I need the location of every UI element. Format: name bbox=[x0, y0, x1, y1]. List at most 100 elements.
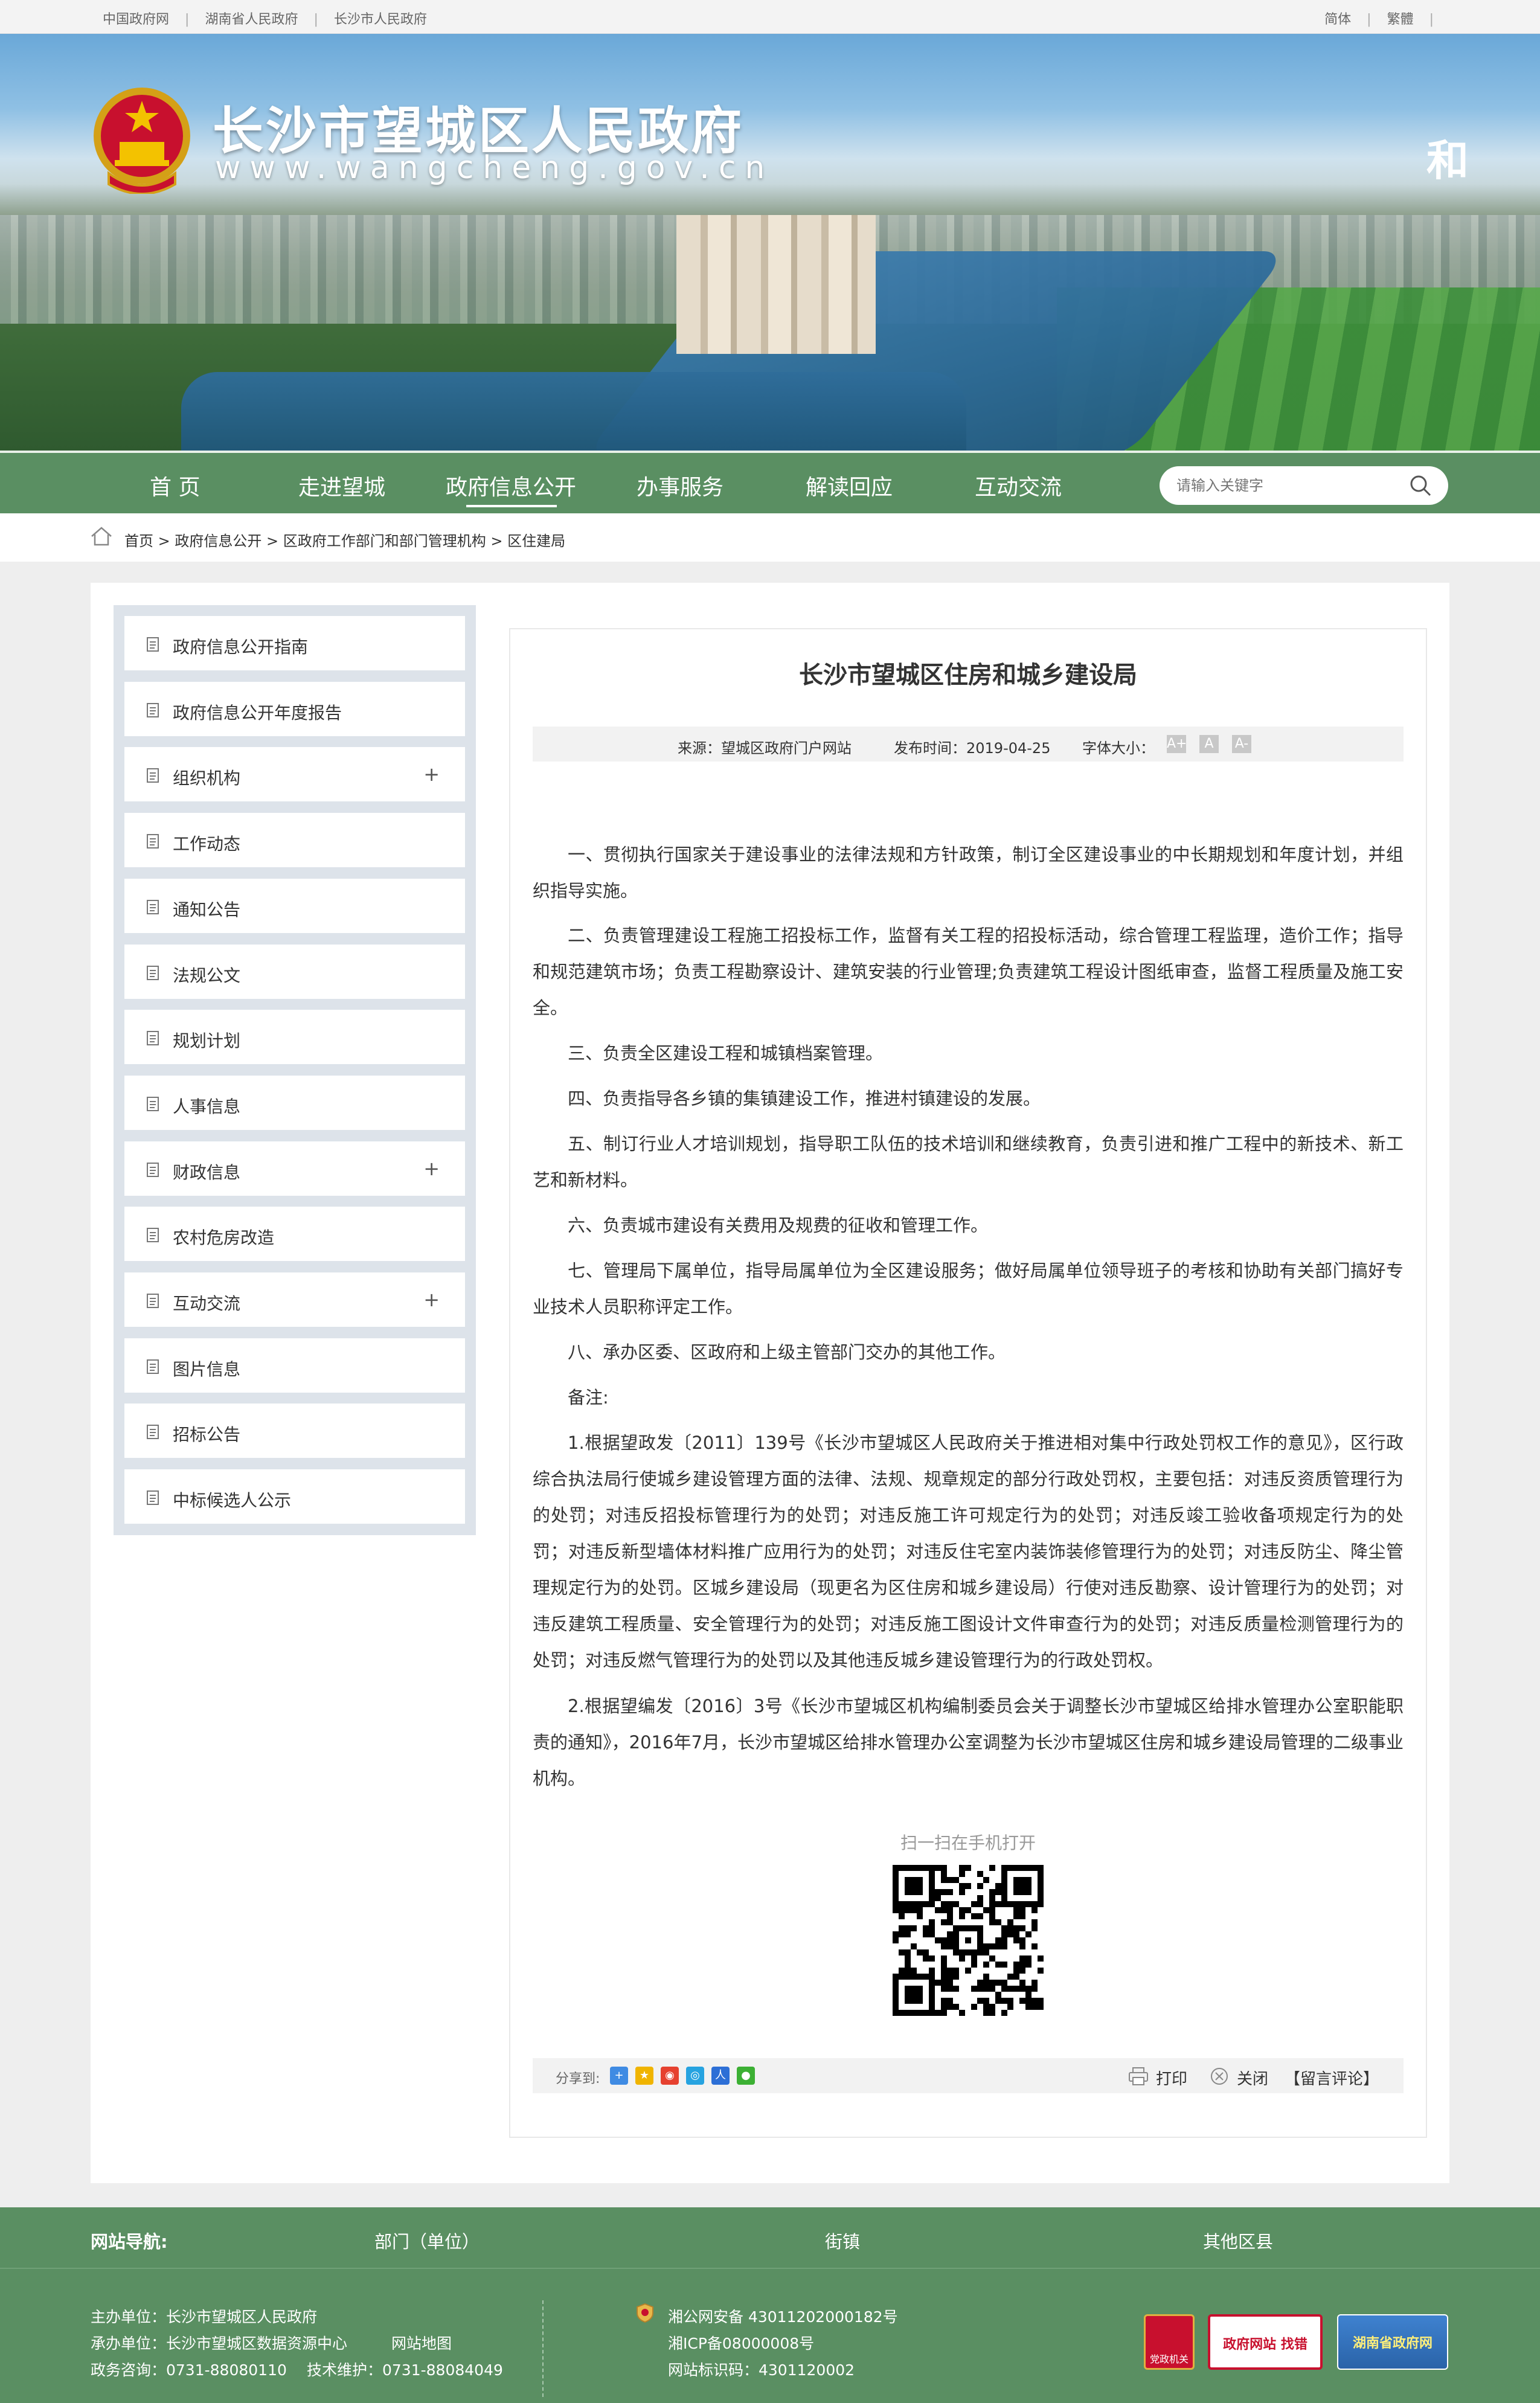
police-badge-icon bbox=[637, 2303, 653, 2323]
font-size-label: 字体大小： bbox=[1082, 740, 1155, 757]
sidebar-item[interactable]: 组织机构 + bbox=[124, 747, 465, 802]
footer-site-id: 网站标识码：4301120002 bbox=[668, 2361, 855, 2379]
link-china-gov[interactable]: 中国政府网 bbox=[103, 8, 169, 28]
qr-code-icon bbox=[893, 1865, 1044, 2016]
document-icon bbox=[147, 702, 159, 717]
share-wechat-icon[interactable]: ● bbox=[737, 2067, 755, 2085]
footer-sitemap-link[interactable]: 网站地图 bbox=[391, 2332, 452, 2353]
comment-button[interactable]: 【留言评论】 bbox=[1285, 2067, 1379, 2089]
article-body: 1.根据望政发〔2011〕139号《长沙市望城区人民政府关于推进相对集中行政处罚… bbox=[533, 1425, 1404, 1678]
article-meta-bar: 来源：望城区政府门户网站 发布时间：2019-04-25 字体大小： A+ A … bbox=[533, 727, 1404, 762]
gov-site-error-badge[interactable]: 政府网站 找错 bbox=[1208, 2314, 1323, 2370]
nav-active-indicator bbox=[466, 505, 557, 507]
article-publish-time: 发布时间：2019-04-25 bbox=[894, 740, 1051, 757]
search-icon[interactable] bbox=[1408, 473, 1433, 498]
document-icon bbox=[147, 768, 159, 783]
close-button[interactable]: 关闭 bbox=[1237, 2067, 1268, 2089]
article-body: 八、承办区委、区政府和上级主管部门交办的其他工作。 bbox=[533, 1334, 1404, 1370]
document-icon bbox=[147, 1228, 159, 1243]
external-links: 中国政府网 | 湖南省人民政府 | 长沙市人民政府 bbox=[103, 8, 427, 28]
sidebar-item[interactable]: 招标公告 bbox=[124, 1404, 465, 1458]
print-button[interactable]: 打印 bbox=[1156, 2067, 1187, 2089]
expand-icon[interactable]: + bbox=[423, 763, 440, 786]
font-size-decrease-button[interactable]: A- bbox=[1232, 735, 1251, 753]
link-hunan-gov[interactable]: 湖南省人民政府 bbox=[205, 8, 298, 28]
share-bar: 分享到: + ★ ◉ ◎ 人 ● 打印 关闭 【留言评论】 bbox=[533, 2058, 1404, 2093]
link-changsha-gov[interactable]: 长沙市人民政府 bbox=[334, 8, 427, 28]
nav-about-wangcheng[interactable]: 走进望城 bbox=[298, 470, 385, 501]
nav-interpretation[interactable]: 解读回应 bbox=[806, 470, 893, 501]
footer-divider bbox=[542, 2300, 544, 2397]
sidebar-item-label: 人事信息 bbox=[173, 1096, 241, 1117]
sidebar-item[interactable]: 政府信息公开年度报告 bbox=[124, 681, 465, 736]
share-more-icon[interactable]: + bbox=[610, 2067, 628, 2085]
article-body: 五、制订行业人才培训规划，指导职工队伍的技术培训和继续教育，负责引进和推广工程中… bbox=[533, 1126, 1404, 1198]
share-weibo-icon[interactable]: ◉ bbox=[661, 2067, 679, 2085]
document-icon bbox=[147, 1294, 159, 1308]
sidebar-item-label: 中标候选人公示 bbox=[173, 1490, 292, 1511]
banner-towers bbox=[676, 215, 876, 354]
breadcrumb-path[interactable]: 首页 > 政府信息公开 > 区政府工作部门和部门管理机构 > 区住建局 bbox=[124, 529, 565, 550]
print-icon[interactable] bbox=[1128, 2067, 1149, 2086]
banner-calligraphy: 和 bbox=[1426, 136, 1469, 185]
sidebar-item-label: 法规公文 bbox=[173, 965, 241, 986]
sidebar-item[interactable]: 中标候选人公示 bbox=[124, 1469, 465, 1524]
nav-interaction[interactable]: 互动交流 bbox=[975, 470, 1062, 501]
document-icon bbox=[147, 1490, 159, 1506]
banner-river-front bbox=[181, 372, 966, 451]
sidebar-item[interactable]: 通知公告 bbox=[124, 878, 465, 933]
footer-consult: 政务咨询：0731-88080110 bbox=[91, 2361, 287, 2379]
hunan-gov-badge[interactable]: 湖南省政府网 bbox=[1337, 2314, 1448, 2370]
sidebar-item[interactable]: 工作动态 bbox=[124, 813, 465, 868]
sidebar-item[interactable]: 图片信息 bbox=[124, 1338, 465, 1393]
nav-gov-info-public[interactable]: 政府信息公开 bbox=[446, 470, 576, 501]
share-renren-icon[interactable]: 人 bbox=[711, 2067, 730, 2085]
footer-organizer: 承办单位：长沙市望城区数据资源中心 bbox=[91, 2335, 348, 2352]
lang-traditional-link[interactable]: 繁體 bbox=[1387, 8, 1414, 28]
breadcrumb: 首页 > 政府信息公开 > 区政府工作部门和部门管理机构 > 区住建局 bbox=[0, 513, 1540, 562]
sidebar-item-label: 组织机构 bbox=[173, 768, 241, 789]
lang-simplified-link[interactable]: 简体 bbox=[1324, 8, 1351, 28]
expand-icon[interactable]: + bbox=[423, 1157, 440, 1180]
document-icon bbox=[147, 965, 159, 980]
sidebar-item-label: 工作动态 bbox=[173, 834, 241, 855]
article-body: 二、负责管理建设工程施工招投标工作，监督有关工程的招投标活动，综合管理工程监理，… bbox=[533, 917, 1404, 1026]
footer-nav-other-districts[interactable]: 其他区县 bbox=[1203, 2228, 1273, 2253]
font-size-increase-button[interactable]: A+ bbox=[1167, 735, 1187, 753]
sidebar-item[interactable]: 农村危房改造 bbox=[124, 1207, 465, 1262]
share-tencent-icon[interactable]: ◎ bbox=[686, 2067, 704, 2085]
document-icon bbox=[147, 1359, 159, 1374]
article-paragraph: 六、负责城市建设有关费用及规费的征收和管理工作。 bbox=[568, 1215, 989, 1236]
search-input[interactable] bbox=[1175, 473, 1399, 498]
article-body: 备注: bbox=[533, 1379, 1404, 1416]
close-icon[interactable] bbox=[1209, 2067, 1230, 2086]
sidebar-item[interactable]: 财政信息 + bbox=[124, 1141, 465, 1196]
footer-nav-departments[interactable]: 部门（单位） bbox=[374, 2228, 480, 2253]
article-paragraph: 七、管理局下属单位，指导局属单位为全区建设服务；做好局属单位领导班子的考核和协助… bbox=[533, 1260, 1404, 1317]
party-gov-badge[interactable]: 党政机关 bbox=[1144, 2314, 1195, 2370]
font-size-normal-button[interactable]: A bbox=[1199, 735, 1219, 753]
expand-icon[interactable]: + bbox=[423, 1288, 440, 1311]
qr-label: 扫一扫在手机打开 bbox=[900, 1833, 1036, 1853]
share-qzone-icon[interactable]: ★ bbox=[635, 2067, 653, 2085]
footer-icp[interactable]: 湘ICP备08000008号 bbox=[668, 2332, 814, 2353]
article-paragraph: 五、制订行业人才培训规划，指导职工队伍的技术培训和继续教育，负责引进和推广工程中… bbox=[533, 1134, 1404, 1190]
sidebar-item[interactable]: 人事信息 bbox=[124, 1075, 465, 1130]
sidebar-item-label: 农村危房改造 bbox=[173, 1228, 275, 1248]
footer-nav-towns[interactable]: 街镇 bbox=[825, 2228, 860, 2253]
sidebar-item[interactable]: 规划计划 bbox=[124, 1010, 465, 1065]
footer-support: 技术维护：0731-88084049 bbox=[307, 2361, 503, 2379]
home-icon[interactable] bbox=[89, 525, 114, 547]
nav-services[interactable]: 办事服务 bbox=[637, 470, 723, 501]
article-paragraph: 三、负责全区建设工程和城镇档案管理。 bbox=[568, 1043, 884, 1064]
article-body: 七、管理局下属单位，指导局属单位为全区建设服务；做好局属单位领导班子的考核和协助… bbox=[533, 1253, 1404, 1325]
sidebar-item-label: 政府信息公开年度报告 bbox=[173, 702, 342, 723]
sidebar-item[interactable]: 法规公文 bbox=[124, 944, 465, 999]
national-emblem-icon bbox=[94, 88, 190, 194]
footer-police-record[interactable]: 湘公网安备 43011202000182号 bbox=[668, 2305, 898, 2327]
sidebar-item-label: 财政信息 bbox=[173, 1162, 241, 1182]
sidebar-item[interactable]: 政府信息公开指南 bbox=[124, 616, 465, 670]
top-links-bar: 中国政府网 | 湖南省人民政府 | 长沙市人民政府 简体 | 繁體 | bbox=[0, 0, 1540, 34]
nav-home[interactable]: 首 页 bbox=[150, 470, 200, 501]
sidebar-item[interactable]: 互动交流 + bbox=[124, 1272, 465, 1327]
